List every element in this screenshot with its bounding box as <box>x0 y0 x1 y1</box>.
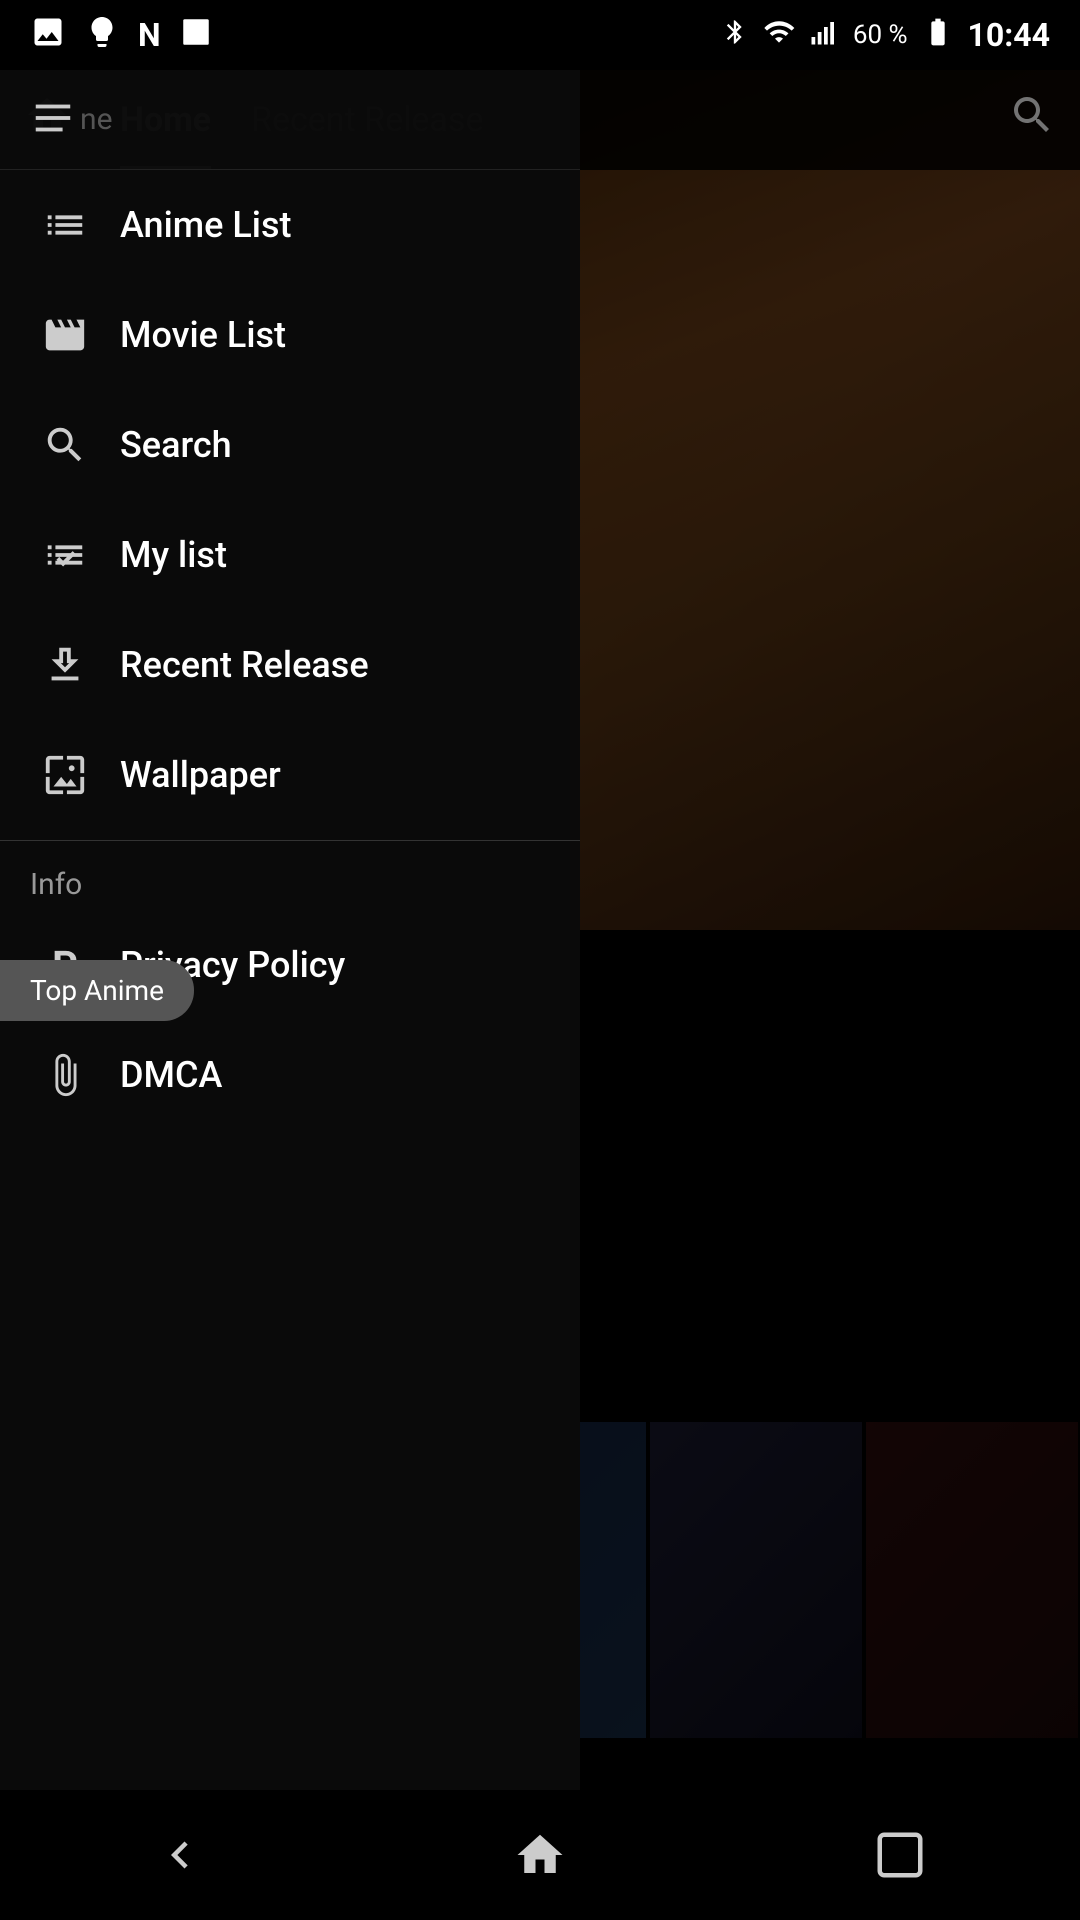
drawer-item-recent-release[interactable]: Recent Release <box>0 610 580 720</box>
drawer-item-dmca[interactable]: DMCA <box>0 1020 580 1130</box>
drawer-menu-icon <box>30 95 76 145</box>
info-section-title: Info <box>0 851 580 910</box>
my-list-label: My list <box>120 534 227 576</box>
recent-release-label: Recent Release <box>120 644 369 686</box>
status-bar: N 60 % 10:44 <box>0 0 1080 70</box>
anime-list-label: Anime List <box>120 204 292 246</box>
battery-text: 60 % <box>853 20 908 50</box>
recents-button[interactable] <box>840 1815 960 1895</box>
drawer-divider <box>0 840 580 841</box>
status-left-icons: N <box>30 14 213 57</box>
back-button[interactable] <box>120 1815 240 1895</box>
drawer-item-search[interactable]: Search <box>0 390 580 500</box>
drawer-item-anime-list[interactable]: Anime List <box>0 170 580 280</box>
drawer-partial-text: ne <box>80 102 112 137</box>
anime-list-icon <box>30 202 100 248</box>
movie-list-icon <box>30 312 100 358</box>
drawer-search-icon <box>30 422 100 468</box>
dmca-label: DMCA <box>120 1054 222 1096</box>
bulb-icon <box>84 14 120 57</box>
bluetooth-icon <box>721 18 749 53</box>
android-home-button[interactable] <box>480 1815 600 1895</box>
status-right-icons: 60 % 10:44 <box>721 16 1050 55</box>
drawer-item-my-list[interactable]: My list <box>0 500 580 610</box>
drawer-item-wallpaper[interactable]: Wallpaper <box>0 720 580 830</box>
drawer-item-movie-list[interactable]: Movie List <box>0 280 580 390</box>
wifi-icon <box>763 16 795 55</box>
wallpaper-label: Wallpaper <box>120 754 281 796</box>
signal-icon <box>809 17 839 54</box>
bottom-navigation <box>0 1790 1080 1920</box>
square-icon <box>179 15 213 56</box>
search-label: Search <box>120 424 232 466</box>
movie-list-label: Movie List <box>120 314 286 356</box>
wallpaper-icon <box>30 752 100 798</box>
drawer-header: ne <box>0 70 580 170</box>
my-list-icon <box>30 532 100 578</box>
top-anime-badge[interactable]: Top Anime <box>0 960 194 1021</box>
status-time: 10:44 <box>968 16 1050 54</box>
battery-icon <box>922 16 954 55</box>
n-icon: N <box>138 16 161 54</box>
nav-drawer: ne Anime List Movie List Search My list … <box>0 70 580 1790</box>
photo-icon <box>30 14 66 57</box>
dmca-icon <box>30 1052 100 1098</box>
recent-release-icon <box>30 642 100 688</box>
